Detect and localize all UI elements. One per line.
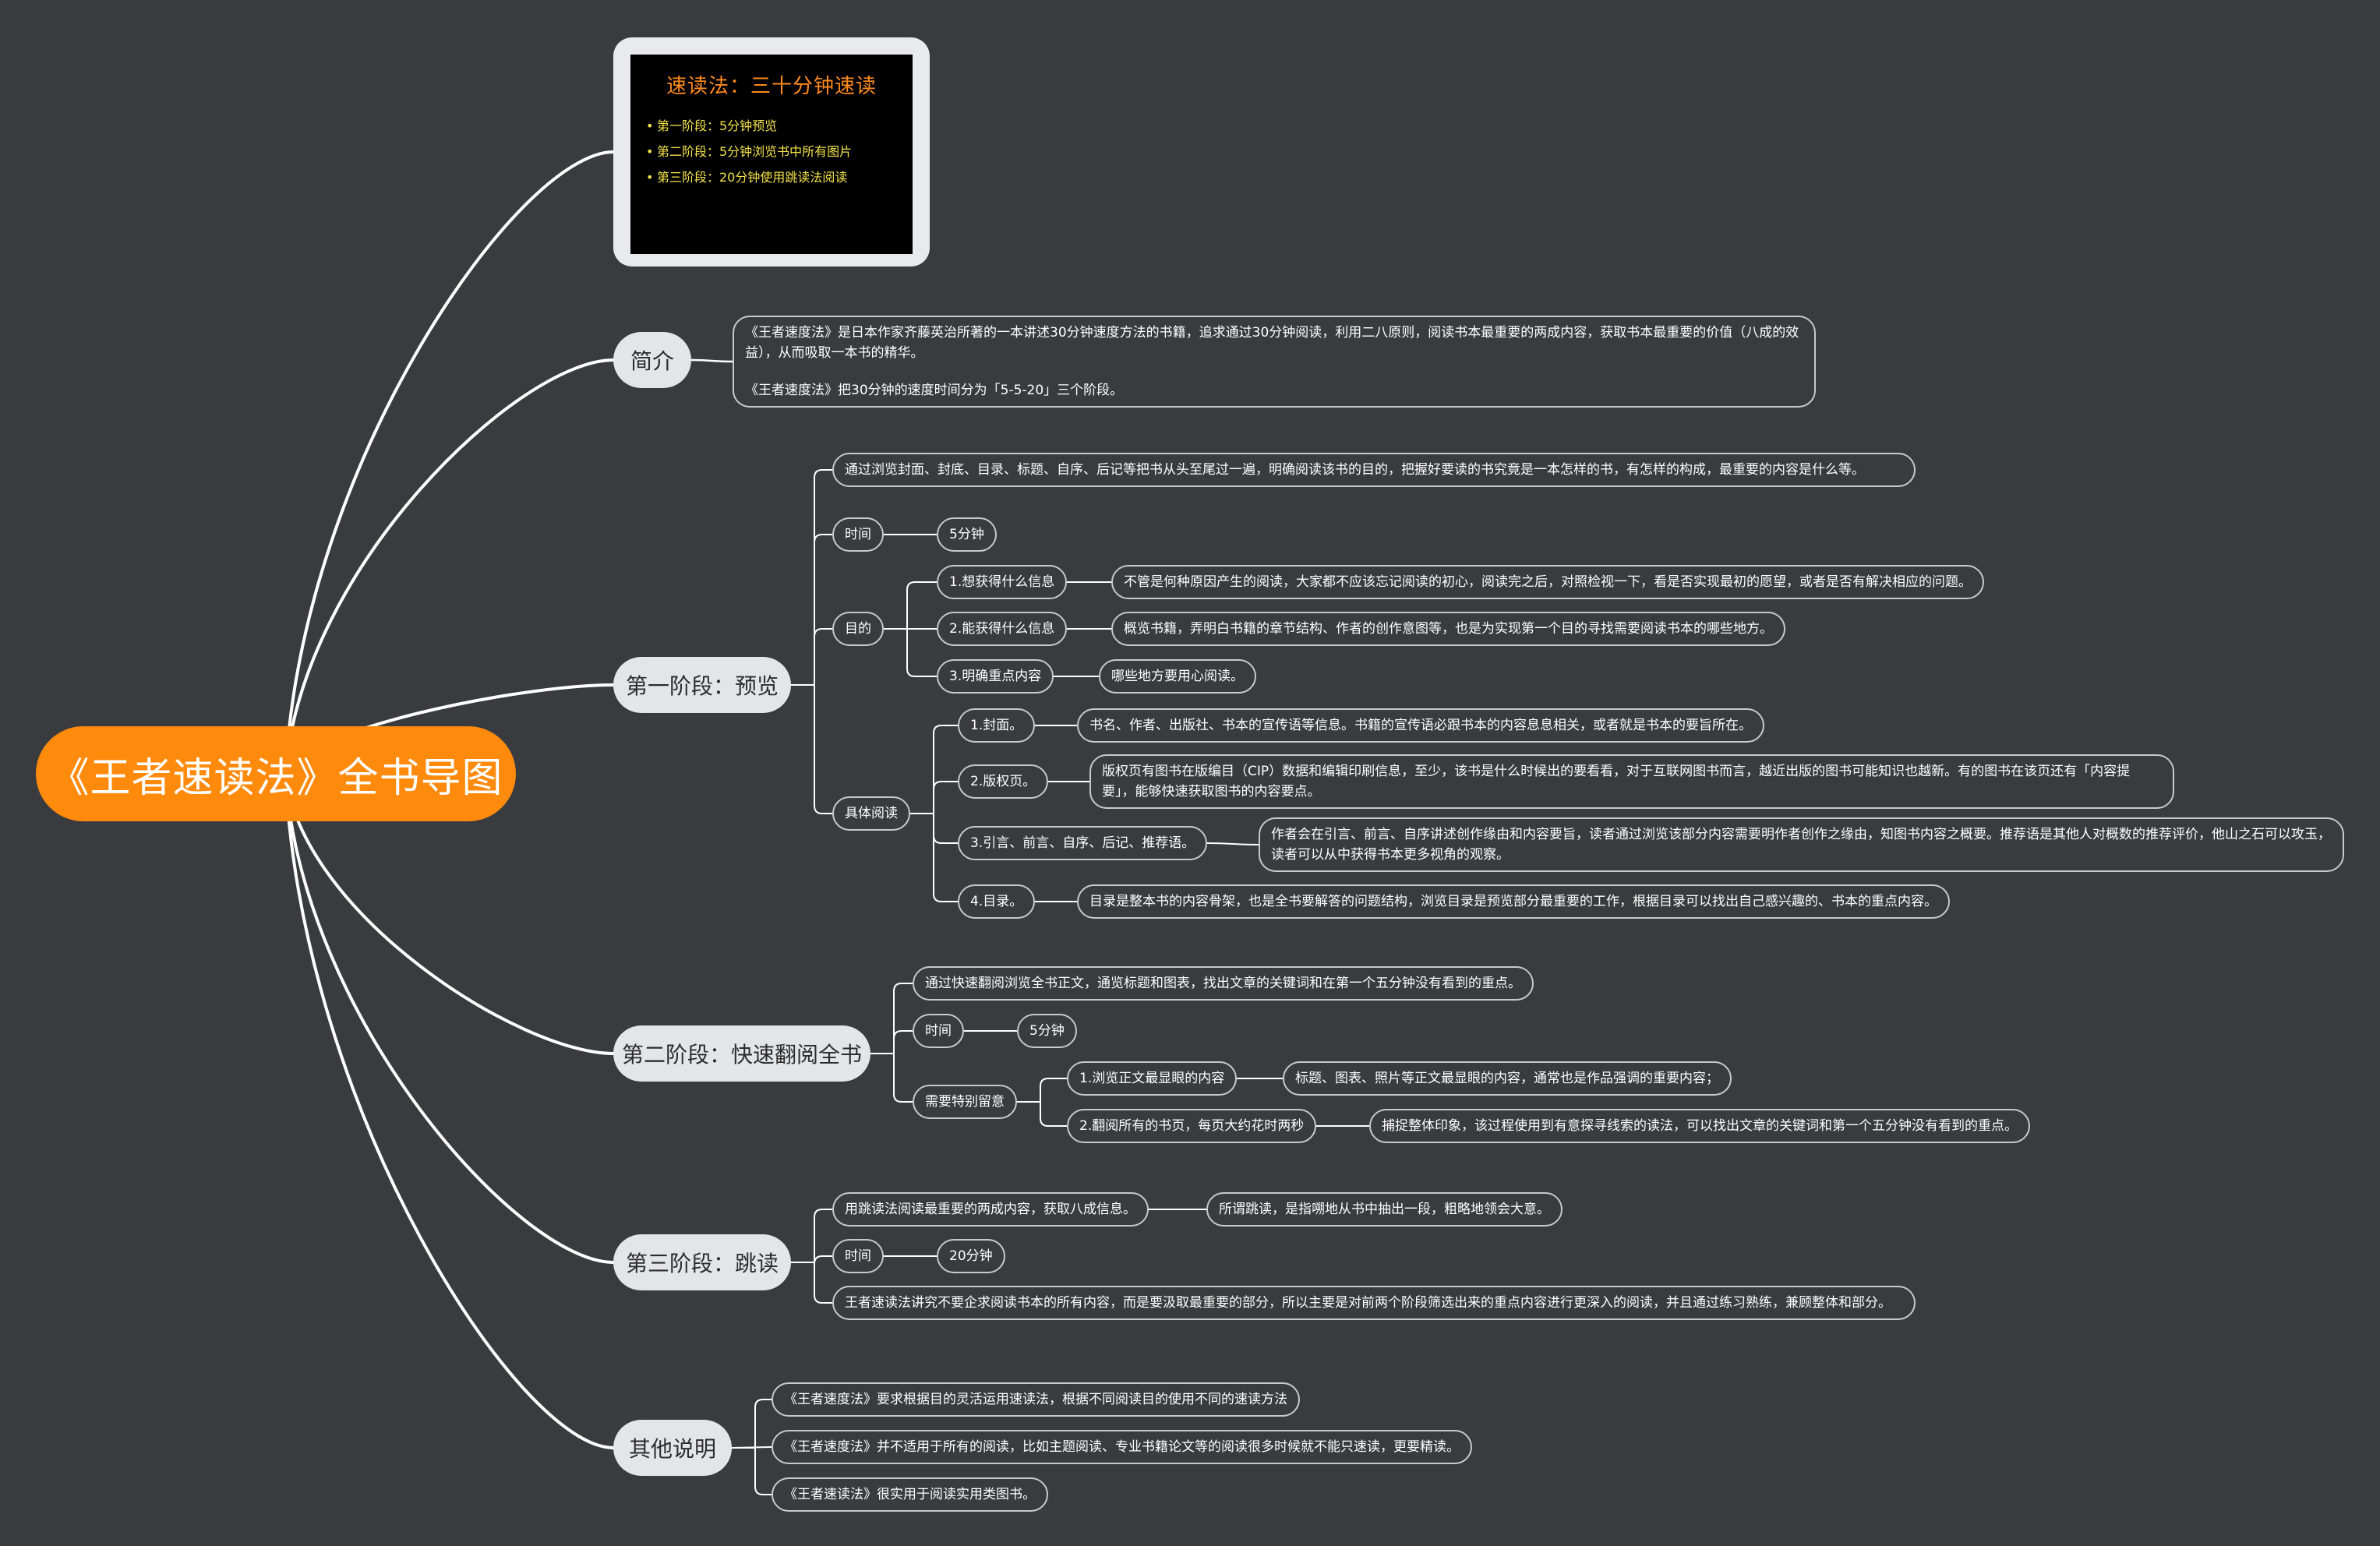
connector-line — [790, 534, 833, 686]
stage1-time-label[interactable]: 时间 — [832, 517, 884, 552]
connector-line — [790, 469, 833, 686]
reading-item-2[interactable]: 2.版权页。 — [958, 764, 1049, 799]
reading-item-1[interactable]: 1.封面。 — [958, 708, 1036, 743]
purpose-detail-2[interactable]: 概览书籍，弄明白书籍的章节结构、作者的创作意图等，也是为实现第一个目的寻找需要阅… — [1111, 612, 1785, 646]
mind-map-canvas: 《王者速读法》全书导图 速读法：三十分钟速读 • 第一阶段：5分钟预览 • 第二阶段… — [0, 0, 2380, 1546]
connector-line — [690, 358, 734, 363]
trunk-line — [284, 772, 615, 1264]
bullet-icon: • — [646, 170, 654, 185]
branch-stage2[interactable]: 第二阶段：快速翻阅全书 — [613, 1025, 870, 1082]
trunk-line — [284, 150, 615, 775]
connector-line — [731, 1399, 772, 1449]
connector-line — [790, 1262, 833, 1304]
notice-item-2[interactable]: 2.翻阅所有的书页，每页大约花时两秒 — [1067, 1109, 1317, 1143]
image-card[interactable]: 速读法：三十分钟速读 • 第一阶段：5分钟预览 • 第二阶段：5分钟浏览书中所有图片… — [613, 37, 930, 266]
branch-stage3[interactable]: 第三阶段：跳读 — [613, 1234, 791, 1290]
branch-stage1[interactable]: 第一阶段：预览 — [613, 657, 791, 713]
connector-line — [1206, 842, 1259, 845]
central-topic[interactable]: 《王者速读法》全书导图 — [36, 726, 516, 821]
reading-detail-3[interactable]: 作者会在引言、前言、自序讲述创作缘由和内容要旨，读者通过浏览该部分内容需要明作者… — [1259, 817, 2344, 872]
connector-line — [1016, 1078, 1068, 1103]
other-item-2[interactable]: 《王者速度法》并不适用于所有的阅读，比如主题阅读、专业书籍论文等的阅读很多时候就… — [772, 1430, 1472, 1464]
intro-paragraph-1: 《王者速度法》是日本作家齐藤英治所著的一本讲述30分钟速度方法的书籍，追求通过3… — [745, 325, 1799, 361]
stage1-purpose-label[interactable]: 目的 — [832, 612, 884, 646]
stage1-reading-label[interactable]: 具体阅读 — [832, 796, 910, 831]
stage2-time-value[interactable]: 5分钟 — [1017, 1014, 1077, 1048]
purpose-item-1[interactable]: 1.想获得什么信息 — [937, 565, 1068, 599]
connector-line — [790, 1255, 833, 1265]
intro-text[interactable]: 《王者速度法》是日本作家齐藤英治所著的一本讲述30分钟速度方法的书籍，追求通过3… — [733, 316, 1816, 408]
bullet-icon: • — [646, 144, 654, 159]
stage3-time-label[interactable]: 时间 — [832, 1239, 884, 1273]
connector-line — [870, 1030, 913, 1054]
intro-paragraph-2: 《王者速度法》把30分钟的速度时间分为「5-5-20」三个阶段。 — [745, 383, 1124, 398]
reading-item-3[interactable]: 3.引言、前言、自序、后记、推荐语。 — [958, 826, 1208, 860]
connector-line — [731, 1447, 772, 1495]
connector-line — [1016, 1101, 1068, 1127]
connector-line — [790, 628, 833, 686]
reading-detail-1[interactable]: 书名、作者、出版社、书本的宣传语等信息。书籍的宣传语必跟书本的内容息息相关，或者… — [1077, 708, 1764, 743]
stage1-description[interactable]: 通过浏览封面、封底、目录、标题、自序、后记等把书从头至尾过一遍，明确阅读该书的目… — [832, 453, 1916, 487]
stage2-time-label[interactable]: 时间 — [913, 1014, 964, 1048]
stage1-time-value[interactable]: 5分钟 — [937, 517, 997, 552]
connector-line — [790, 1209, 833, 1263]
stage3-time-value[interactable]: 20分钟 — [937, 1239, 1005, 1273]
image-card-item: • 第一阶段：5分钟预览 — [644, 113, 899, 139]
other-item-1[interactable]: 《王者速度法》要求根据目的灵活运用速读法，根据不同阅读目的使用不同的速读方法 — [772, 1382, 1300, 1417]
purpose-item-2[interactable]: 2.能获得什么信息 — [937, 612, 1068, 646]
branch-other[interactable]: 其他说明 — [613, 1420, 732, 1476]
reading-detail-2[interactable]: 版权页有图书在版编目（CIP）数据和编辑印刷信息，至少，该书是什么时候出的要看看… — [1089, 754, 2174, 809]
connector-line — [909, 813, 959, 902]
connector-line — [909, 781, 959, 814]
connector-line — [909, 813, 959, 844]
purpose-item-3[interactable]: 3.明确重点内容 — [937, 659, 1054, 694]
connector-line — [790, 684, 833, 814]
trunk-line — [284, 772, 615, 1449]
reading-item-4[interactable]: 4.目录。 — [958, 884, 1036, 919]
bullet-icon: • — [646, 118, 654, 133]
image-card-picture: 速读法：三十分钟速读 • 第一阶段：5分钟预览 • 第二阶段：5分钟浏览书中所有图片… — [630, 55, 913, 254]
purpose-detail-3[interactable]: 哪些地方要用心阅读。 — [1099, 659, 1256, 694]
other-item-3[interactable]: 《王者速读法》很实用于阅读实用类图书。 — [772, 1477, 1048, 1512]
image-card-title: 速读法：三十分钟速读 — [666, 75, 877, 98]
image-card-item: • 第二阶段：5分钟浏览书中所有图片 — [644, 139, 899, 164]
notice-detail-2[interactable]: 捕捉整体印象，该过程使用到有意探寻线索的读法，可以找出文章的关键词和第一个五分钟… — [1369, 1109, 2030, 1143]
reading-detail-4[interactable]: 目录是整本书的内容骨架，也是全书要解答的问题结构，浏览目录是预览部分最重要的工作… — [1077, 884, 1950, 919]
stage3-description[interactable]: 用跳读法阅读最重要的两成内容，获取八成信息。 — [832, 1192, 1149, 1227]
stage2-notice-label[interactable]: 需要特别留意 — [913, 1085, 1017, 1119]
notice-detail-1[interactable]: 标题、图表、照片等正文最显眼的内容，通常也是作品强调的重要内容； — [1283, 1061, 1732, 1096]
stage3-note[interactable]: 王者速读法讲究不要企求阅读书本的所有内容，而是要汲取最重要的部分，所以主要是对前… — [832, 1286, 1916, 1320]
purpose-detail-1[interactable]: 不管是何种原因产生的阅读，大家都不应该忘记阅读的初心，阅读完之后，对照检视一下，… — [1111, 565, 1984, 599]
connector-line — [731, 1446, 772, 1449]
connector-line — [870, 1053, 913, 1103]
connector-line — [870, 983, 913, 1054]
connector-line — [909, 725, 959, 814]
connector-line — [883, 628, 938, 677]
notice-item-1[interactable]: 1.浏览正文最显眼的内容 — [1067, 1061, 1238, 1096]
stage3-description-detail[interactable]: 所谓跳读，是指嗍地从书中抽出一段，粗略地领会大意。 — [1206, 1192, 1563, 1227]
stage2-description[interactable]: 通过快速翻阅浏览全书正文，通览标题和图表，找出文章的关键词和在第一个五分钟没有看… — [913, 966, 1534, 1001]
image-card-item: • 第三阶段：20分钟使用跳读法阅读 — [644, 164, 899, 190]
branch-intro[interactable]: 简介 — [613, 332, 691, 388]
connector-line — [883, 581, 938, 630]
trunk-line — [284, 358, 615, 775]
